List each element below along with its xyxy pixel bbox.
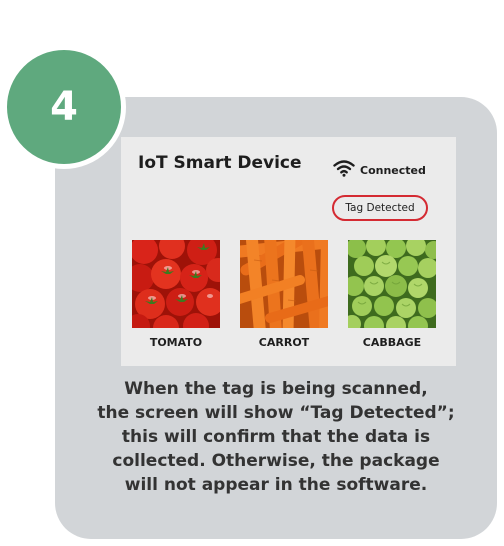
status-text: Connected [360,163,426,177]
carrot-image [240,240,328,328]
product-label: CABBAGE [362,336,422,349]
cabbage-image [348,240,436,328]
instruction-caption: When the tag is being scanned, the scree… [60,377,492,497]
wifi-icon [333,159,355,181]
product-carrot: CARROT [240,240,328,349]
caption-line: will not appear in the software. [124,475,428,495]
product-tomato: TOMATO [132,240,220,349]
device-screen: IoT Smart Device Connected Tag Detected [121,137,456,366]
step-number: 4 [50,84,78,130]
caption-line: this will confirm that the data is [121,427,431,447]
tag-detected-badge: Tag Detected [332,195,428,221]
connection-status: Connected [333,159,426,181]
caption-line: collected. Otherwise, the package [112,451,440,471]
caption-line: the screen will show “Tag Detected”; [97,403,455,423]
product-label: TOMATO [149,336,203,349]
product-label: CARROT [258,336,310,349]
device-title: IoT Smart Device [138,153,302,173]
step-number-badge: 4 [2,45,126,169]
caption-line: When the tag is being scanned, [124,379,428,399]
tomato-image [132,240,220,328]
product-cabbage: CABBAGE [348,240,436,349]
